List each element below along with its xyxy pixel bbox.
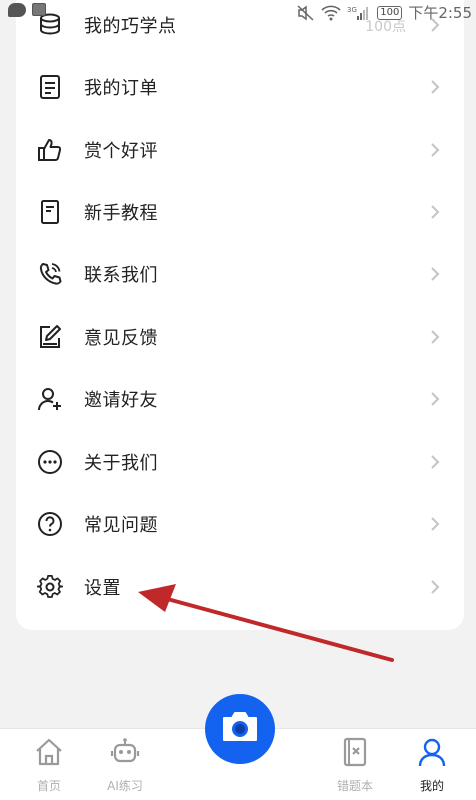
menu-item-label: 关于我们 <box>84 453 158 474</box>
coins-stack-icon <box>36 11 64 39</box>
chevron-right-icon <box>428 580 442 594</box>
menu-item-settings[interactable]: 设置 <box>16 556 464 618</box>
menu-item-contact-us[interactable]: 联系我们 <box>16 243 464 305</box>
camera-button[interactable] <box>205 694 275 764</box>
order-document-icon <box>36 73 64 101</box>
chevron-right-icon <box>428 392 442 406</box>
chevron-right-icon <box>428 330 442 344</box>
chevron-right-icon <box>428 517 442 531</box>
chevron-right-icon <box>428 80 442 94</box>
menu-item-label: 意见反馈 <box>84 328 158 349</box>
profile-icon <box>415 735 449 769</box>
camera-icon <box>220 710 260 748</box>
question-circle-icon <box>36 510 64 538</box>
chevron-right-icon <box>428 205 442 219</box>
menu-item-faq[interactable]: 常见问题 <box>16 493 464 555</box>
tutorial-book-icon <box>36 198 64 226</box>
add-user-icon <box>36 385 64 413</box>
more-dots-icon <box>36 448 64 476</box>
mistake-book-icon <box>338 735 372 769</box>
thumbs-up-icon <box>36 136 64 164</box>
menu-item-label: 常见问题 <box>84 515 158 536</box>
phone-icon <box>36 260 64 288</box>
chevron-right-icon <box>428 455 442 469</box>
tab-label: AI练习 <box>107 779 143 793</box>
menu-card: 我的巧学点 我的订单 赏个好评 新手教程 联系我们 意见反馈 邀请好友 关于我们… <box>16 0 464 630</box>
menu-item-label: 邀请好友 <box>84 390 158 411</box>
tab-label: 错题本 <box>336 779 373 793</box>
tab-home[interactable]: 首页 <box>14 735 84 797</box>
menu-item-my-orders[interactable]: 我的订单 <box>16 56 464 118</box>
menu-item-rate-us[interactable]: 赏个好评 <box>16 119 464 181</box>
menu-item-label: 我的订单 <box>84 78 158 99</box>
robot-icon <box>108 735 142 769</box>
menu-item-feedback[interactable]: 意见反馈 <box>16 306 464 368</box>
tab-ai-practice[interactable]: AI练习 <box>90 735 160 797</box>
tab-my[interactable]: 我的 <box>397 735 467 797</box>
chevron-right-icon <box>428 267 442 281</box>
chevron-right-icon <box>428 18 442 32</box>
menu-item-label: 我的巧学点 <box>84 16 177 37</box>
menu-item-tutorial[interactable]: 新手教程 <box>16 181 464 243</box>
menu-item-label: 赏个好评 <box>84 141 158 162</box>
home-icon <box>32 735 66 769</box>
tab-label: 我的 <box>419 779 444 793</box>
menu-item-label: 联系我们 <box>84 265 158 286</box>
tab-mistake-book[interactable]: 错题本 <box>320 735 390 797</box>
chevron-right-icon <box>428 143 442 157</box>
gear-icon <box>36 573 64 601</box>
menu-item-invite-friends[interactable]: 邀请好友 <box>16 368 464 430</box>
points-value: 100点 <box>365 19 406 35</box>
tab-label: 首页 <box>36 779 61 793</box>
menu-item-label: 新手教程 <box>84 203 158 224</box>
menu-item-label: 设置 <box>84 578 121 599</box>
feedback-edit-icon <box>36 323 64 351</box>
menu-item-about-us[interactable]: 关于我们 <box>16 431 464 493</box>
